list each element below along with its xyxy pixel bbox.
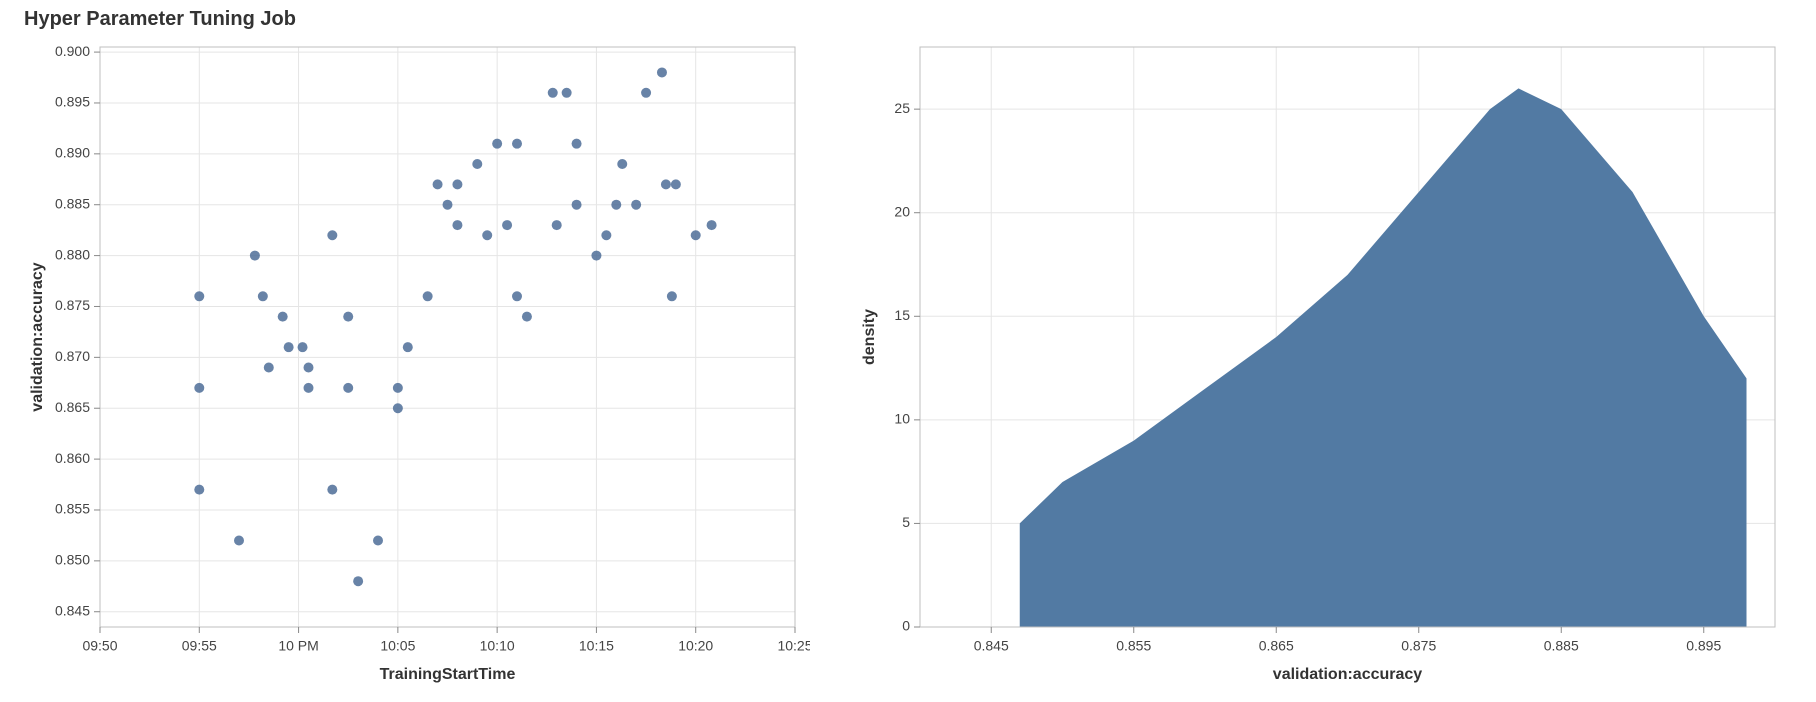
svg-text:validation:accuracy: validation:accuracy	[29, 262, 46, 412]
scatter-point	[373, 536, 383, 546]
scatter-point	[591, 251, 601, 261]
svg-text:0.890: 0.890	[55, 145, 90, 161]
svg-text:0.855: 0.855	[55, 501, 90, 517]
scatter-point	[617, 159, 627, 169]
svg-text:10:10: 10:10	[480, 638, 515, 654]
svg-text:TrainingStartTime: TrainingStartTime	[380, 666, 516, 683]
svg-text:0.895: 0.895	[55, 94, 90, 110]
svg-text:0.885: 0.885	[55, 195, 90, 211]
scatter-point	[667, 291, 677, 301]
scatter-point	[403, 342, 413, 352]
page: Hyper Parameter Tuning Job 09:50 09:55 10 …	[0, 0, 1816, 702]
scatter-point	[512, 139, 522, 149]
scatter-point	[641, 88, 651, 98]
svg-text:0.865: 0.865	[55, 399, 90, 415]
svg-text:density: density	[861, 309, 878, 365]
scatter-point	[502, 220, 512, 230]
svg-text:0.850: 0.850	[55, 552, 90, 568]
scatter-point	[707, 220, 717, 230]
scatter-point	[393, 383, 403, 393]
scatter-point	[423, 291, 433, 301]
svg-text:0.860: 0.860	[55, 450, 90, 466]
svg-text:0.875: 0.875	[55, 297, 90, 313]
svg-text:0.870: 0.870	[55, 348, 90, 364]
scatter-point	[343, 383, 353, 393]
scatter-point	[562, 88, 572, 98]
svg-text:20: 20	[894, 203, 910, 219]
scatter-point	[452, 179, 462, 189]
scatter-point	[657, 67, 667, 77]
svg-text:validation:accuracy: validation:accuracy	[1273, 666, 1423, 683]
scatter-point	[393, 403, 403, 413]
scatter-point	[443, 200, 453, 210]
scatter-point	[601, 230, 611, 240]
scatter-point	[298, 342, 308, 352]
svg-text:0: 0	[902, 618, 910, 634]
svg-text:0.875: 0.875	[1401, 638, 1436, 654]
svg-text:09:50: 09:50	[82, 638, 117, 654]
svg-text:0.845: 0.845	[974, 638, 1009, 654]
scatter-point	[304, 383, 314, 393]
svg-text:10:15: 10:15	[579, 638, 614, 654]
scatter-point	[631, 200, 641, 210]
scatter-point	[264, 363, 274, 373]
scatter-point	[512, 291, 522, 301]
scatter-point	[611, 200, 621, 210]
scatter-point	[522, 312, 532, 322]
scatter-point	[278, 312, 288, 322]
scatter-point	[343, 312, 353, 322]
scatter-point	[234, 536, 244, 546]
scatter-svg: 09:50 09:55 10 PM 10:05 10:10 10:15 10:20 10:25…	[20, 37, 810, 687]
density-area	[1020, 88, 1747, 627]
svg-text:0.880: 0.880	[55, 246, 90, 262]
svg-text:09:55: 09:55	[182, 638, 217, 654]
svg-text:15: 15	[894, 307, 910, 323]
svg-text:0.855: 0.855	[1116, 638, 1151, 654]
density-chart: 0.845 0.855 0.865 0.875 0.885 0.895 0 5 10 15 20 25…	[850, 37, 1790, 687]
page-title: Hyper Parameter Tuning Job	[24, 8, 1796, 31]
scatter-chart: 09:50 09:55 10 PM 10:05 10:10 10:15 10:20 10:25…	[20, 37, 810, 687]
scatter-point	[552, 220, 562, 230]
svg-text:0.895: 0.895	[1686, 638, 1721, 654]
charts-row: 09:50 09:55 10 PM 10:05 10:10 10:15 10:20 10:25…	[20, 37, 1796, 687]
svg-text:10:20: 10:20	[678, 638, 713, 654]
scatter-point	[691, 230, 701, 240]
scatter-point	[482, 230, 492, 240]
scatter-point	[548, 88, 558, 98]
scatter-point	[194, 383, 204, 393]
scatter-point	[250, 251, 260, 261]
svg-text:10: 10	[894, 411, 910, 427]
svg-text:10 PM: 10 PM	[278, 638, 318, 654]
scatter-point	[327, 485, 337, 495]
scatter-point	[194, 291, 204, 301]
scatter-point	[353, 576, 363, 586]
scatter-point	[472, 159, 482, 169]
scatter-point	[327, 230, 337, 240]
svg-text:5: 5	[902, 514, 910, 530]
svg-text:0.885: 0.885	[1544, 638, 1579, 654]
svg-text:0.845: 0.845	[55, 602, 90, 618]
density-svg: 0.845 0.855 0.865 0.875 0.885 0.895 0 5 10 15 20 25…	[850, 37, 1790, 687]
scatter-point	[258, 291, 268, 301]
scatter-point	[492, 139, 502, 149]
scatter-point	[572, 200, 582, 210]
scatter-point	[304, 363, 314, 373]
scatter-point	[671, 179, 681, 189]
scatter-point	[433, 179, 443, 189]
svg-text:0.900: 0.900	[55, 43, 90, 59]
scatter-point	[572, 139, 582, 149]
scatter-point	[661, 179, 671, 189]
svg-text:10:05: 10:05	[380, 638, 415, 654]
scatter-point	[194, 485, 204, 495]
svg-text:0.865: 0.865	[1259, 638, 1294, 654]
scatter-point	[452, 220, 462, 230]
svg-text:25: 25	[894, 100, 910, 116]
svg-text:10:25: 10:25	[777, 638, 810, 654]
scatter-point	[284, 342, 294, 352]
